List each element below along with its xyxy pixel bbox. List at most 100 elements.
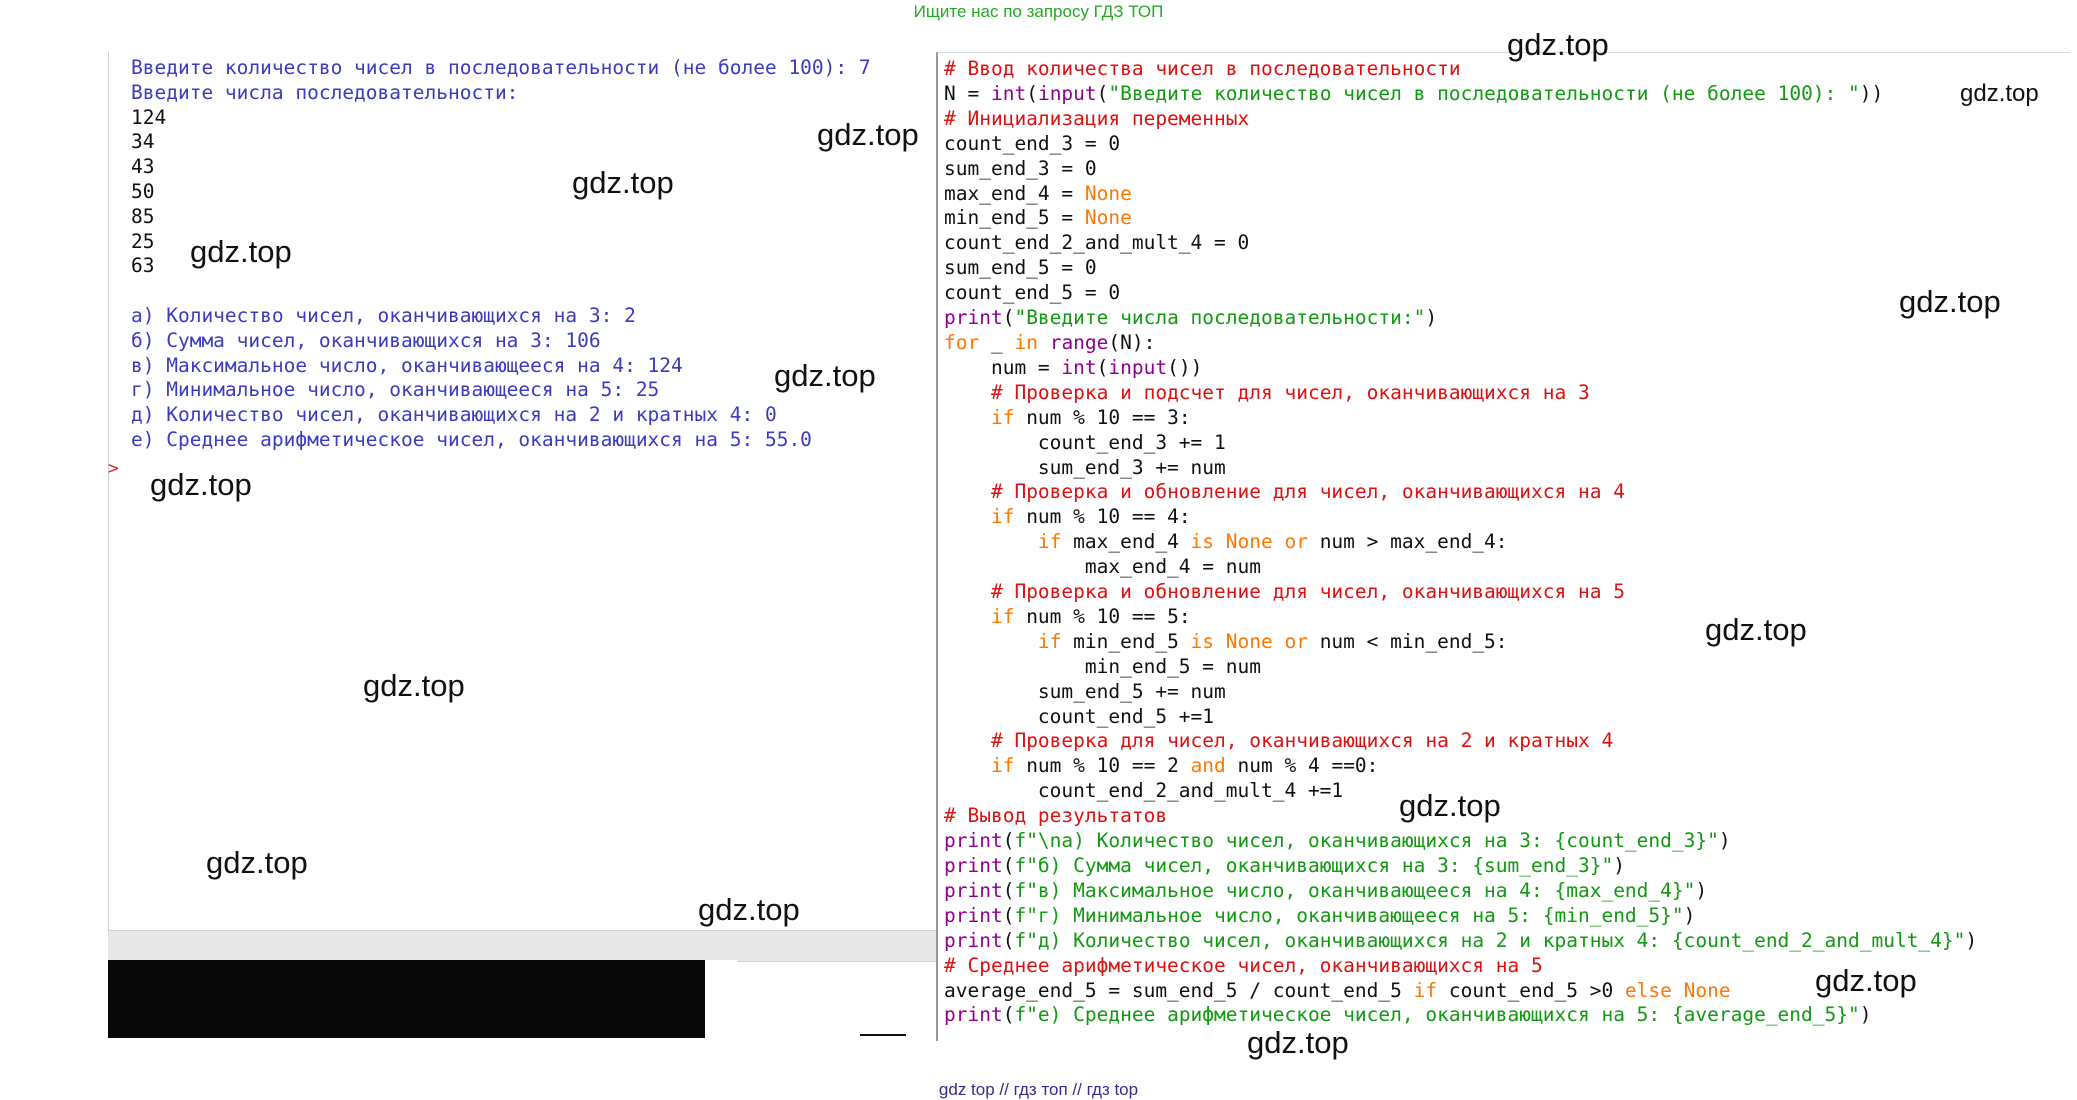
watermark: gdz.top [1815, 963, 1917, 998]
code-token: in [1014, 330, 1038, 354]
watermark: gdz.top [1507, 27, 1609, 62]
code-token: input [1037, 81, 1097, 105]
code-token: # Среднее арифметическое чисел, оканчива… [944, 953, 1543, 977]
code-token: num < min_end_5: [1307, 629, 1508, 653]
code-token: _ [979, 330, 1015, 354]
code-line: max_end_4 = num [944, 555, 1977, 580]
watermark: gdz.top [363, 668, 465, 703]
shell-line: е) Среднее арифметическое чисел, оканчив… [131, 427, 812, 451]
code-editor-panel[interactable]: # Ввод количества чисел в последовательн… [936, 52, 2070, 1041]
code-token: int [990, 81, 1027, 105]
code-token: is None or [1190, 629, 1308, 653]
watermark: gdz.top [698, 892, 800, 927]
code-line: count_end_2_and_mult_4 = 0 [944, 231, 1977, 256]
code-token: is None or [1190, 530, 1308, 554]
watermark: gdz.top [1399, 788, 1501, 823]
code-line: # Инициализация переменных [944, 107, 1977, 132]
code-token: N = [944, 81, 991, 105]
code-line: # Проверка и обновление для чисел, оканч… [944, 480, 1977, 505]
code-token: ( [1002, 829, 1015, 853]
code-line: # Проверка и подсчет для чисел, оканчива… [944, 381, 1977, 406]
code-token: count_end_2_and_mult_4 +=1 [944, 779, 1344, 803]
code-token: ) [1683, 903, 1696, 927]
code-line: sum_end_3 += num [944, 456, 1977, 481]
code-line: print(f"в) Максимальное число, оканчиваю… [944, 879, 1977, 904]
code-token: ) [1965, 928, 1978, 952]
code-line: for _ in range(N): [944, 331, 1977, 356]
code-token: sum_end_3 += num [944, 455, 1226, 479]
code-line: print(f"\nа) Количество чисел, оканчиваю… [944, 829, 1977, 854]
code-token: # Проверка и обновление для чисел, оканч… [990, 480, 1625, 504]
code-token: ( [1002, 928, 1015, 952]
code-token: if [1037, 530, 1062, 554]
watermark: gdz.top [1247, 1025, 1349, 1060]
code-token: ( [1026, 81, 1038, 105]
shell-line: г) Минимальное число, оканчивающееся на … [131, 378, 660, 402]
code-token: input [1108, 355, 1168, 379]
code-line: count_end_5 +=1 [944, 705, 1977, 730]
code-token: f"е) Среднее арифметическое чисел, оканч… [1014, 1003, 1860, 1027]
code-token: average_end_5 = sum_end_5 / count_end_5 [944, 978, 1414, 1002]
code-token: f"г) Минимальное число, оканчивающееся н… [1014, 903, 1684, 927]
code-token: ) [1425, 306, 1438, 330]
code-token: print [944, 903, 1003, 927]
code-token: print [944, 854, 1003, 877]
code-token: min_end_5 = [944, 206, 1085, 230]
code-line: min_end_5 = num [944, 655, 1977, 680]
code-line: sum_end_5 += num [944, 680, 1977, 705]
shell-line: 34 [131, 130, 155, 154]
divider-line [860, 1034, 906, 1036]
code-line: min_end_5 = None [944, 206, 1977, 231]
code-line: print(f"г) Минимальное число, оканчивающ… [944, 904, 1977, 929]
code-token: f"б) Сумма чисел, оканчивающихся на 3: {… [1014, 854, 1614, 877]
code-token: print [944, 878, 1003, 902]
code-line: count_end_3 += 1 [944, 431, 1977, 456]
code-token: num = [944, 355, 1062, 379]
code-token: print [944, 1003, 1003, 1027]
code-token: count_end_3 += 1 [944, 430, 1226, 454]
shell-line: д) Количество чисел, оканчивающихся на 2… [131, 403, 777, 427]
code-token: ( [1002, 306, 1015, 330]
code-token: num % 4 ==0: [1225, 754, 1379, 778]
code-editor-text: # Ввод количества чисел в последовательн… [944, 57, 1977, 1028]
code-token: count_end_5 >0 [1437, 978, 1625, 1002]
code-line: count_end_3 = 0 [944, 132, 1977, 157]
watermark: gdz.top [190, 234, 292, 269]
shell-line: 50 [131, 179, 155, 203]
code-token: # Проверка и подсчет для чисел, оканчива… [990, 380, 1590, 404]
code-token: ) [1613, 854, 1625, 877]
code-token: ( [1002, 854, 1015, 877]
redacted-area [108, 960, 738, 1038]
code-token: "Введите числа последовательности:" [1014, 306, 1426, 330]
code-line: print(f"е) Среднее арифметическое чисел,… [944, 1003, 1977, 1028]
code-line: N = int(input("Введите количество чисел … [944, 82, 1977, 107]
code-token: num % 10 == 3: [1014, 405, 1191, 429]
code-token: sum_end_5 = 0 [944, 256, 1097, 280]
shell-line: 124 [131, 105, 167, 129]
shell-line: в) Максимальное число, оканчивающееся на… [131, 353, 683, 377]
watermark: gdz.top [206, 845, 308, 880]
horizontal-scrollbar[interactable] [108, 930, 936, 962]
watermark: gdz.top [817, 117, 919, 152]
shell-line: 43 [131, 155, 155, 179]
code-line: # Проверка для чисел, оканчивающихся на … [944, 729, 1977, 754]
redacted-area-notch [705, 960, 738, 1038]
code-token: None [1084, 181, 1132, 205]
code-token: for [944, 330, 980, 354]
code-token: if [1413, 978, 1438, 1002]
code-line: if num % 10 == 3: [944, 406, 1977, 431]
watermark: gdz.top [1899, 284, 2001, 319]
code-token: )) [1859, 81, 1884, 105]
code-token: ( [1002, 1003, 1015, 1027]
code-token: max_end_4 = num [944, 555, 1261, 579]
watermark: gdz.top [572, 165, 674, 200]
bottom-footer: gdz top // гдз топ // гдз top [938, 1080, 1139, 1099]
